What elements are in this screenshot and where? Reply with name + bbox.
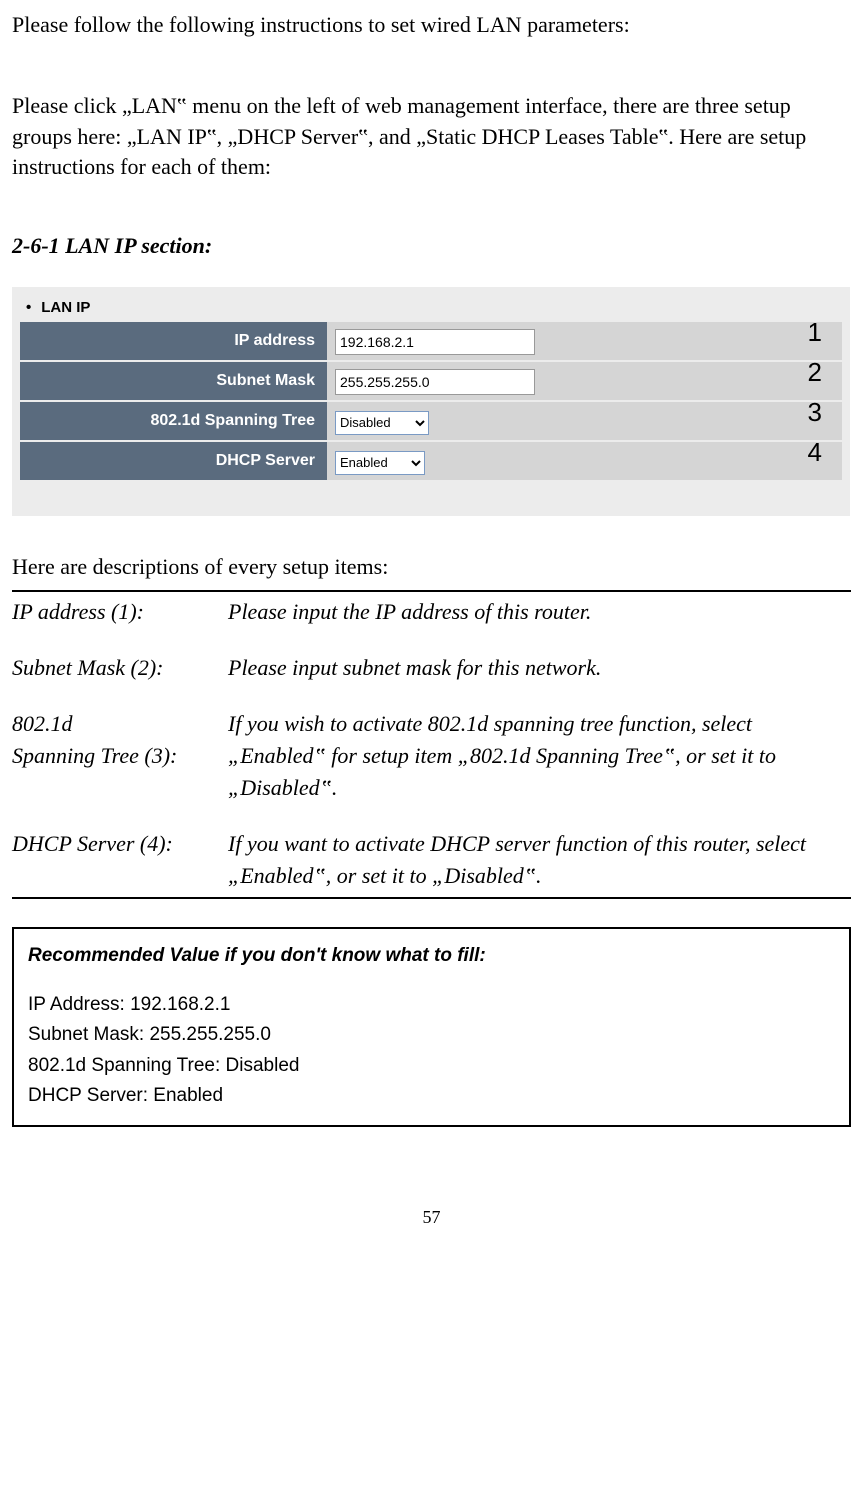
desc-value-1: Please input the IP address of this rout… [228, 596, 851, 628]
dhcp-server-select[interactable]: Enabled [335, 451, 425, 475]
subnet-mask-input[interactable] [335, 369, 535, 395]
row-ip-address: IP address [20, 322, 842, 361]
annotation-2: 2 [808, 357, 822, 388]
descriptions-intro: Here are descriptions of every setup ite… [12, 554, 851, 580]
label-spanning-tree: 802.1d Spanning Tree [20, 401, 327, 441]
row-dhcp-server: DHCP Server Enabled [20, 441, 842, 481]
desc-value-3: If you wish to activate 802.1d spanning … [228, 708, 851, 804]
divider-top [12, 590, 851, 592]
rec-line-4: DHCP Server: Enabled [28, 1081, 835, 1111]
desc-value-4: If you want to activate DHCP server func… [228, 828, 851, 892]
annotation-1: 1 [808, 317, 822, 348]
desc-subnet-mask: Subnet Mask (2): Please input subnet mas… [12, 652, 851, 684]
desc-ip-address: IP address (1): Please input the IP addr… [12, 596, 851, 628]
desc-label-2: Subnet Mask (2): [12, 652, 228, 684]
desc-label-4: DHCP Server (4): [12, 828, 228, 892]
lan-ip-screenshot: LAN IP IP address Subnet Mask 802.1d Spa… [12, 287, 850, 516]
desc-label-3: 802.1d Spanning Tree (3): [12, 708, 228, 804]
recommended-title: Recommended Value if you don't know what… [28, 941, 835, 971]
desc-spanning-tree: 802.1d Spanning Tree (3): If you wish to… [12, 708, 851, 804]
annotation-4: 4 [808, 437, 822, 468]
divider-bottom [12, 897, 851, 899]
spanning-tree-select[interactable]: Disabled [335, 411, 429, 435]
rec-line-2: Subnet Mask: 255.255.255.0 [28, 1020, 835, 1050]
label-subnet-mask: Subnet Mask [20, 361, 327, 401]
section-heading: 2-6-1 LAN IP section: [12, 233, 851, 259]
row-spanning-tree: 802.1d Spanning Tree Disabled [20, 401, 842, 441]
desc-label-1: IP address (1): [12, 596, 228, 628]
label-ip-address: IP address [20, 322, 327, 361]
lan-ip-header: LAN IP [26, 299, 842, 316]
page-number: 57 [12, 1207, 851, 1228]
annotation-3: 3 [808, 397, 822, 428]
rec-line-3: 802.1d Spanning Tree: Disabled [28, 1051, 835, 1081]
ip-address-input[interactable] [335, 329, 535, 355]
intro-paragraph-1: Please follow the following instructions… [12, 10, 851, 41]
intro-paragraph-2: Please click „LAN‟ menu on the left of w… [12, 91, 851, 183]
desc-value-2: Please input subnet mask for this networ… [228, 652, 851, 684]
recommended-box: Recommended Value if you don't know what… [12, 927, 851, 1127]
desc-dhcp-server: DHCP Server (4): If you want to activate… [12, 828, 851, 892]
rec-line-1: IP Address: 192.168.2.1 [28, 990, 835, 1020]
label-dhcp-server: DHCP Server [20, 441, 327, 481]
row-subnet-mask: Subnet Mask [20, 361, 842, 401]
